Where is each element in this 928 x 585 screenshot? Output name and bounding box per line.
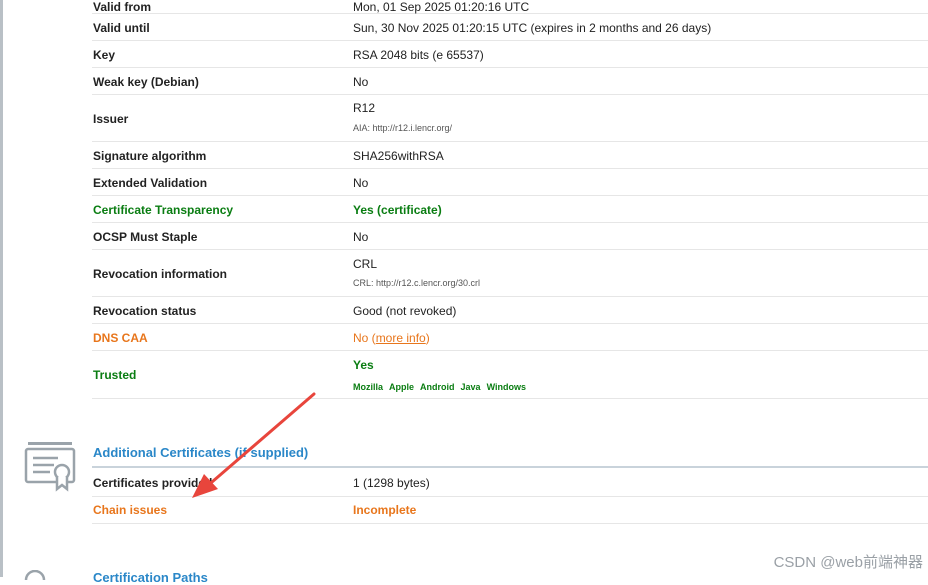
row-value: 1 (1298 bytes) xyxy=(353,476,430,490)
row-label: Extended Validation xyxy=(93,176,208,190)
row-certificates-provided: Certificates provided 1 (1298 bytes) xyxy=(92,470,928,497)
row-value: Good (not revoked) xyxy=(353,304,457,318)
additional-certificates-title[interactable]: Additional Certificates (if supplied) xyxy=(93,445,308,460)
row-signature-algorithm: Signature algorithm SHA256withRSA xyxy=(92,142,928,169)
row-issuer: Issuer R12 AIA: http://r12.i.lencr.org/ xyxy=(92,95,928,142)
paren-open: ( xyxy=(368,331,376,345)
row-label: Signature algorithm xyxy=(93,149,207,163)
browser-android: Android xyxy=(420,382,455,392)
crl-url: CRL: http://r12.c.lencr.org/30.crl xyxy=(353,278,481,288)
row-extended-validation: Extended Validation No xyxy=(92,169,928,196)
row-label: DNS CAA xyxy=(93,331,148,345)
row-value: Sun, 30 Nov 2025 01:20:15 UTC (expires i… xyxy=(353,21,712,35)
row-value: SHA256withRSA xyxy=(353,149,444,163)
watermark: CSDN @web前端神器 xyxy=(773,554,923,571)
row-label: Certificate Transparency xyxy=(93,203,234,217)
browser-windows: Windows xyxy=(486,382,526,392)
dns-caa-value: No xyxy=(353,331,369,345)
row-label: Issuer xyxy=(93,112,129,126)
row-label: Valid until xyxy=(93,21,150,35)
row-valid-until: Valid until Sun, 30 Nov 2025 01:20:15 UT… xyxy=(92,14,928,41)
row-label: Revocation status xyxy=(93,304,197,318)
row-trusted: Trusted Yes Mozilla Apple Android Java Windo… xyxy=(92,351,928,399)
row-label: Trusted xyxy=(93,368,137,382)
row-dns-caa: DNS CAA No (more info) xyxy=(92,324,928,351)
row-value: No xyxy=(353,230,369,244)
row-label: Valid from xyxy=(93,0,152,14)
certificate-icon xyxy=(24,442,76,492)
more-info-link[interactable]: more info xyxy=(376,331,426,345)
certification-paths-title[interactable]: Certification Paths xyxy=(93,570,208,585)
row-value: Mon, 01 Sep 2025 01:20:16 UTC xyxy=(353,0,530,14)
row-label: Certificates provided xyxy=(93,476,213,490)
row-key: Key RSA 2048 bits (e 65537) xyxy=(92,41,928,68)
row-revocation-status: Revocation status Good (not revoked) xyxy=(92,297,928,324)
row-label: Key xyxy=(93,48,116,62)
row-value: R12 xyxy=(353,101,376,115)
row-label: Weak key (Debian) xyxy=(93,75,199,89)
row-chain-issues: Chain issues Incomplete xyxy=(92,497,928,524)
row-certificate-transparency: Certificate Transparency Yes (certificat… xyxy=(92,196,928,223)
browser-apple: Apple xyxy=(389,382,415,392)
row-value: Incomplete xyxy=(353,503,417,517)
row-valid-from: Valid from Mon, 01 Sep 2025 01:20:16 UTC xyxy=(92,0,928,14)
row-value: No (more info) xyxy=(353,331,430,345)
browser-java: Java xyxy=(460,382,481,392)
section-divider xyxy=(92,466,928,468)
row-weak-key: Weak key (Debian) No xyxy=(92,68,928,95)
row-ocsp-must-staple: OCSP Must Staple No xyxy=(92,223,928,250)
row-value: CRL xyxy=(353,257,378,271)
paren-close: ) xyxy=(425,331,430,345)
row-label: Revocation information xyxy=(93,267,228,281)
row-value: Yes (certificate) xyxy=(353,203,442,217)
row-value: No xyxy=(353,176,369,190)
row-label: Chain issues xyxy=(93,503,168,517)
row-value: RSA 2048 bits (e 65537) xyxy=(353,48,484,62)
row-value: No xyxy=(353,75,369,89)
row-label: OCSP Must Staple xyxy=(93,230,198,244)
certification-paths-icon xyxy=(24,570,46,580)
issuer-aia-url: AIA: http://r12.i.lencr.org/ xyxy=(353,123,453,133)
row-value: Yes xyxy=(353,358,374,372)
row-revocation-information: Revocation information CRL CRL: http://r… xyxy=(92,250,928,297)
page-left-border xyxy=(0,0,3,577)
trusted-browsers-list: Mozilla Apple Android Java Windows xyxy=(353,379,532,393)
browser-mozilla: Mozilla xyxy=(353,382,384,392)
